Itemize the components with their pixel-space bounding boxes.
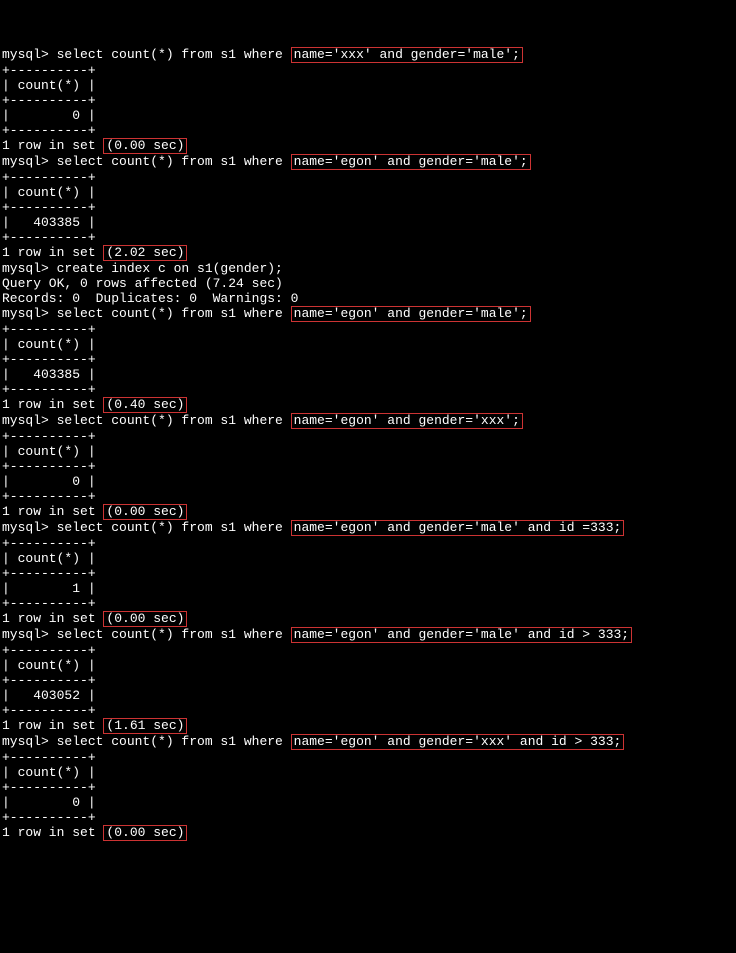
terminal-line: | 0 |: [2, 108, 734, 123]
terminal-line: +----------+: [2, 750, 734, 765]
terminal-line: | 403385 |: [2, 215, 734, 230]
terminal-line: 1 row in set (0.00 sec): [2, 825, 734, 841]
terminal-line: +----------+: [2, 536, 734, 551]
terminal-line: mysql> select count(*) from s1 where nam…: [2, 734, 734, 750]
where-clause-3: name='egon' and gender='male';: [291, 306, 531, 322]
terminal-output: mysql> select count(*) from s1 where nam…: [2, 47, 734, 841]
terminal-line: | count(*) |: [2, 551, 734, 566]
terminal-line: +----------+: [2, 382, 734, 397]
terminal-line: +----------+: [2, 703, 734, 718]
terminal-line: +----------+: [2, 170, 734, 185]
terminal-line: mysql> select count(*) from s1 where nam…: [2, 154, 734, 170]
terminal-line: mysql> select count(*) from s1 where nam…: [2, 413, 734, 429]
terminal-line: Records: 0 Duplicates: 0 Warnings: 0: [2, 291, 734, 306]
where-clause-6: name='egon' and gender='male' and id > 3…: [291, 627, 632, 643]
terminal-line: Query OK, 0 rows affected (7.24 sec): [2, 276, 734, 291]
terminal-line: | 403385 |: [2, 367, 734, 382]
terminal-line: mysql> select count(*) from s1 where nam…: [2, 306, 734, 322]
terminal-line: mysql> select count(*) from s1 where nam…: [2, 520, 734, 536]
terminal-line: 1 row in set (0.00 sec): [2, 611, 734, 627]
terminal-line: +----------+: [2, 93, 734, 108]
terminal-line: +----------+: [2, 123, 734, 138]
terminal-line: | count(*) |: [2, 185, 734, 200]
where-clause-2: name='egon' and gender='male';: [291, 154, 531, 170]
exec-time-3: (0.40 sec): [103, 397, 187, 413]
terminal-line: +----------+: [2, 566, 734, 581]
terminal-line: mysql> create index c on s1(gender);: [2, 261, 734, 276]
terminal-line: +----------+: [2, 352, 734, 367]
terminal-line: 1 row in set (0.40 sec): [2, 397, 734, 413]
terminal-line: +----------+: [2, 459, 734, 474]
exec-time-1: (0.00 sec): [103, 138, 187, 154]
terminal-line: 1 row in set (0.00 sec): [2, 504, 734, 520]
terminal-line: | 0 |: [2, 795, 734, 810]
terminal-line: +----------+: [2, 596, 734, 611]
terminal-line: mysql> select count(*) from s1 where nam…: [2, 47, 734, 63]
terminal-line: | count(*) |: [2, 78, 734, 93]
terminal-line: +----------+: [2, 780, 734, 795]
exec-time-2: (2.02 sec): [103, 245, 187, 261]
terminal-line: | count(*) |: [2, 444, 734, 459]
terminal-line: +----------+: [2, 673, 734, 688]
terminal-line: 1 row in set (0.00 sec): [2, 138, 734, 154]
exec-time-7: (0.00 sec): [103, 825, 187, 841]
terminal-line: mysql> select count(*) from s1 where nam…: [2, 627, 734, 643]
terminal-line: | 0 |: [2, 474, 734, 489]
terminal-line: | count(*) |: [2, 658, 734, 673]
terminal-line: +----------+: [2, 643, 734, 658]
exec-time-5: (0.00 sec): [103, 611, 187, 627]
where-clause-1: name='xxx' and gender='male';: [291, 47, 523, 63]
terminal-line: +----------+: [2, 810, 734, 825]
terminal-line: | count(*) |: [2, 337, 734, 352]
terminal-line: 1 row in set (1.61 sec): [2, 718, 734, 734]
terminal-line: +----------+: [2, 322, 734, 337]
terminal-line: 1 row in set (2.02 sec): [2, 245, 734, 261]
terminal-line: | count(*) |: [2, 765, 734, 780]
terminal-line: +----------+: [2, 489, 734, 504]
where-clause-7: name='egon' and gender='xxx' and id > 33…: [291, 734, 625, 750]
where-clause-4: name='egon' and gender='xxx';: [291, 413, 523, 429]
exec-time-4: (0.00 sec): [103, 504, 187, 520]
terminal-line: +----------+: [2, 63, 734, 78]
terminal-line: +----------+: [2, 200, 734, 215]
exec-time-6: (1.61 sec): [103, 718, 187, 734]
terminal-line: | 403052 |: [2, 688, 734, 703]
terminal-line: +----------+: [2, 429, 734, 444]
terminal-line: +----------+: [2, 230, 734, 245]
where-clause-5: name='egon' and gender='male' and id =33…: [291, 520, 625, 536]
terminal-line: | 1 |: [2, 581, 734, 596]
